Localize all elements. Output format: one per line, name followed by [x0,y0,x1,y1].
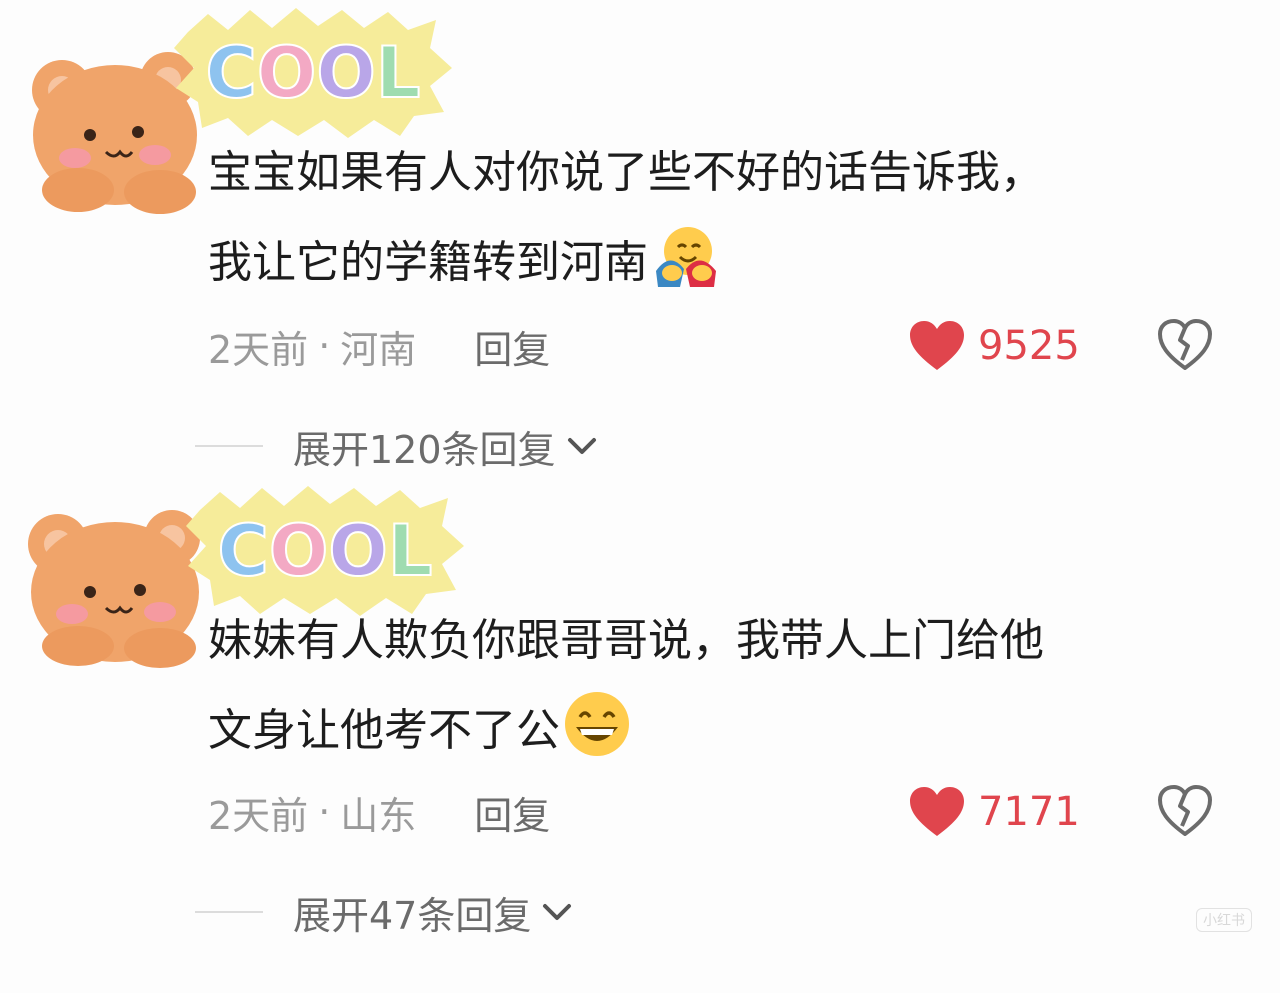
chevron-down-icon [567,438,596,454]
comment-text: 宝宝如果有人对你说了些不好的话告诉我， 我让它的学籍转到河南 [208,128,1228,308]
like-count: 7171 [978,789,1080,835]
broken-heart-icon[interactable] [1156,782,1214,840]
like-button[interactable]: 9525 [908,318,1080,374]
expand-replies[interactable]: 展开47条回复 [195,884,575,940]
comment-meta: 2天前 · 河南 回复 [208,318,550,374]
cool-sticker-text: COOL [205,32,420,114]
expand-replies-label: 展开47条回复 [293,893,532,938]
reply-button[interactable]: 回复 [474,319,550,374]
chevron-down-icon [543,904,572,920]
comment-time: 2天前 [208,327,309,372]
broken-heart-icon[interactable] [1156,316,1214,374]
comment-time: 2天前 [208,793,309,838]
comment-text-line2: 我让它的学籍转到河南 [208,218,1228,308]
expand-replies[interactable]: 展开120条回复 [195,418,600,474]
comment-location: 山东 [340,793,417,838]
cool-sticker-text: COOL [217,510,432,592]
grinning-face-emoji [565,692,629,756]
comment-text-line2: 文身让他考不了公 [208,686,1228,776]
cool-sticker: COOL [174,8,452,138]
heart-icon [910,321,964,370]
comment-text-line1: 宝宝如果有人对你说了些不好的话告诉我， [208,147,1044,198]
comment-location: 河南 [340,327,417,372]
comment-text-line1: 妹妹有人欺负你跟哥哥说，我带人上门给他 [208,615,1044,666]
expand-divider [195,911,263,913]
comment-meta: 2天前 · 山东 回复 [208,784,550,840]
reply-button[interactable]: 回复 [474,785,550,840]
watermark: 小红书 [1196,908,1252,932]
heart-icon [910,787,964,836]
meta-separator: · [318,790,331,834]
comment-text: 妹妹有人欺负你跟哥哥说，我带人上门给他 文身让他考不了公 [208,596,1228,776]
like-button[interactable]: 7171 [908,784,1080,840]
expand-replies-label: 展开120条回复 [293,427,556,472]
expand-divider [195,445,263,447]
meta-separator: · [318,324,331,368]
like-count: 9525 [978,323,1080,369]
hugging-face-emoji [656,227,716,287]
